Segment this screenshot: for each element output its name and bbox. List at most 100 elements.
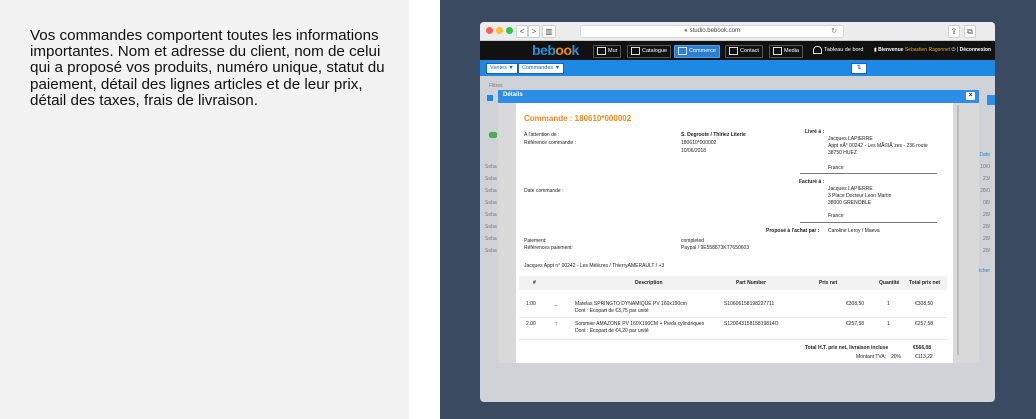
logout-link[interactable]: Déconnexion [960, 47, 991, 53]
delivered-line: 38750 HUEZ [828, 150, 857, 156]
address-line: Jacques Appt n° 00242 - Les Mélèzes / Th… [524, 263, 665, 269]
payment-refs-label: Références paiement: [524, 245, 573, 251]
row1-qty: 1 [887, 301, 890, 307]
delivered-line: Appt nÂ° 00242 - Les MÃ©lÃ¨zes - 236 rou… [828, 143, 928, 149]
customer-name: S. Degroote / Thiriez Literie [681, 132, 746, 138]
row2-qty: 1 [887, 321, 890, 327]
mattress-icon: ⌣ [554, 303, 558, 309]
row2-num: 2.00 [526, 321, 536, 327]
row2-total: €257,58 [915, 321, 934, 327]
welcome-text: Bienvenue [878, 47, 904, 53]
row1-num: 1.00 [526, 301, 536, 307]
user-name-link[interactable]: Sebastien Ragonnet [905, 47, 950, 53]
nav-catalogue[interactable]: Catalogue [627, 45, 672, 58]
reload-icon[interactable]: ↻ [831, 26, 837, 37]
tabs-icon[interactable]: ⧉ [964, 25, 976, 38]
ventes-dropdown[interactable]: Ventes ▼ [486, 63, 518, 74]
billed-line: 38000 GRENOBLE [828, 200, 872, 206]
nav-media[interactable]: Media [769, 45, 803, 58]
reference-label: Référence commande : [524, 140, 576, 146]
row1-desc2: Dont : Ecopart de €3,75 par unité [575, 308, 649, 314]
sub-navbar: Ventes ▼ Commandes ▼ ⇅ [480, 60, 995, 76]
filters-label[interactable]: Filtres [489, 83, 503, 89]
modal-scrollbar[interactable] [957, 105, 959, 355]
bebook-logo: bebook [532, 42, 579, 58]
divider [800, 222, 937, 223]
filter-icon[interactable] [487, 95, 493, 101]
order-date-value: 10/06/2018 [681, 148, 707, 154]
col-quantite: Quantité [879, 280, 900, 286]
nav-mur[interactable]: Mur [593, 45, 622, 58]
nav-tableau-de-bord[interactable]: Tableau de bord [810, 45, 866, 56]
separator: | [956, 47, 959, 53]
payment-refs-value: Paypal / 9E558873KT7650603 [681, 245, 750, 251]
dashboard-icon [813, 45, 822, 54]
proposed-label: Proposé à l'achat par : [766, 228, 820, 234]
row2-part: S12004315815819814O [724, 321, 779, 327]
close-icon[interactable]: × [966, 92, 975, 100]
nav-contact[interactable]: Contact [725, 45, 763, 58]
lock-icon: ● [684, 28, 688, 34]
user-icon: ▮ [873, 47, 877, 53]
row1-total: €308,50 [915, 301, 934, 307]
proposed-value: Caroline Leroy / Maeva [828, 228, 880, 234]
commerce-icon [678, 46, 687, 55]
user-area: ▮ Bienvenue Sebastien Ragonnet ⏻ | Décon… [874, 47, 991, 53]
window-maximize-icon[interactable] [506, 27, 513, 34]
catalog-icon [631, 46, 640, 55]
details-modal-body: Commande : 180610*000002 A l'attention d… [498, 103, 979, 363]
attention-label: A l'attention de : [524, 132, 560, 138]
billed-label: Facturé à : [799, 179, 825, 185]
order-title: Commande : 180610*000002 [524, 114, 632, 123]
delivered-line: France [828, 165, 844, 171]
row2-desc: Sommier AMAZONE PV 160X190CM + Pieds cyl… [575, 321, 705, 327]
green-add-button[interactable] [489, 132, 497, 138]
col-total: Total prix net [909, 280, 941, 286]
delivered-label: Livré à : [805, 129, 825, 135]
row1-desc: Matelas SPRINGTO DYNAMIQUE PV 160x190cm [575, 301, 687, 307]
billed-line: France [828, 213, 844, 219]
row-divider [519, 339, 947, 340]
power-icon: ⏻ [951, 47, 956, 53]
contact-icon [729, 46, 738, 55]
sidebar-toggle-icon[interactable]: ▥ [542, 25, 556, 38]
window-close-icon[interactable] [486, 27, 493, 34]
reference-value: 180610*000002 [681, 140, 717, 146]
vat-label: Montant TVA: [856, 354, 887, 360]
vat-rate: 20% [891, 354, 902, 360]
row2-desc2: Dont : Ecopart de €4,20 par unité [575, 328, 649, 334]
app-navbar: bebook Mur Catalogue Commerce Contact Me… [480, 41, 995, 60]
col-part-number: Part Number [736, 280, 767, 286]
bed-base-icon: ⊤ [554, 322, 559, 328]
address-bar[interactable]: ● studio.bebook.com ↻ [580, 25, 844, 38]
row2-price: €257,58 [846, 321, 865, 327]
side-button[interactable] [987, 95, 995, 105]
date-column-header[interactable]: Date [979, 152, 990, 158]
divider [800, 173, 937, 174]
export-icon[interactable]: ⇅ [851, 63, 867, 74]
wall-icon [597, 46, 606, 55]
vat-value: €113,22 [915, 354, 933, 360]
row1-part: S10606158198227711 [724, 301, 775, 307]
total-value: €566,08 [913, 345, 932, 351]
browser-toolbar: < > ▥ ● studio.bebook.com ↻ ⇪ ⧉ [480, 22, 995, 41]
order-document: Commande : 180610*000002 A l'attention d… [516, 103, 953, 363]
media-icon [773, 46, 782, 55]
share-icon[interactable]: ⇪ [948, 25, 960, 38]
commandes-dropdown[interactable]: Commandes ▼ [518, 63, 565, 74]
window-minimize-icon[interactable] [496, 27, 503, 34]
col-num: # [533, 280, 536, 286]
billed-line: Jacques LAPIERRE [828, 186, 873, 192]
back-button[interactable]: < [516, 25, 528, 38]
forward-button[interactable]: > [528, 25, 540, 38]
items-table-header: # Description Part Number Prix net Quant… [519, 276, 947, 290]
col-prix-net: Prix net [819, 280, 838, 286]
url-text: studio.bebook.com [689, 28, 740, 34]
col-description: Description [635, 280, 663, 286]
delivered-line: Jacques LAPIERRE [828, 136, 873, 142]
payment-label: Paiement: [524, 238, 547, 244]
description-text: Vos commandes comportent toutes les info… [30, 27, 385, 109]
nav-commerce[interactable]: Commerce [674, 45, 720, 58]
modal-title: Détails [503, 92, 523, 98]
payment-value: completed [681, 238, 705, 244]
